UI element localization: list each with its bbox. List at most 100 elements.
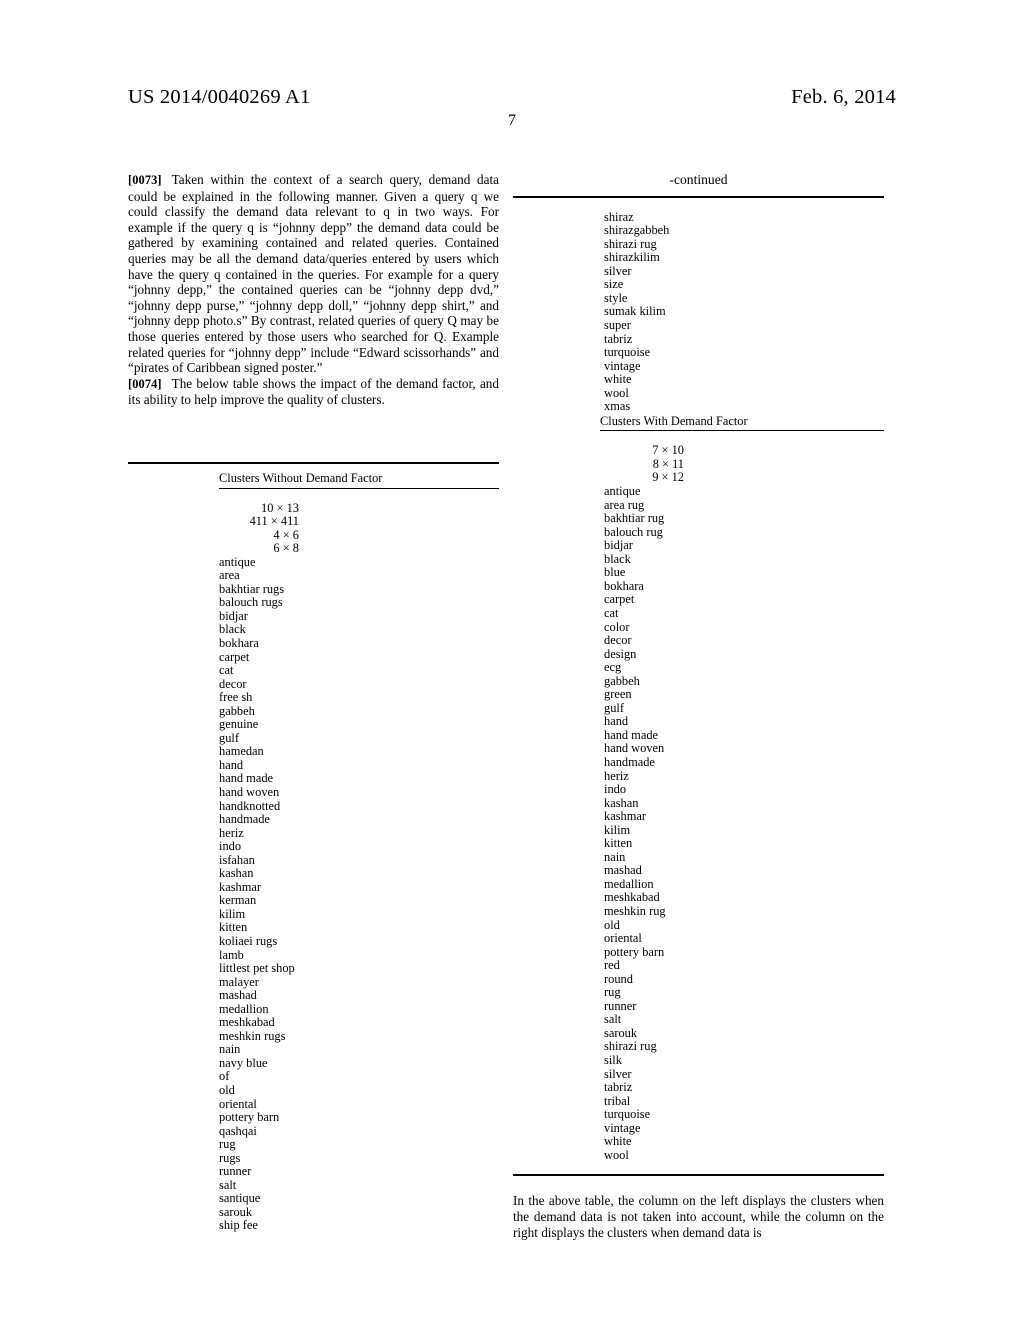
table-row: super (604, 317, 631, 332)
page-number: 7 (508, 112, 516, 129)
table-row: navy blue (219, 1055, 268, 1070)
table-row: of (219, 1069, 230, 1084)
table-row: green (604, 687, 632, 702)
table-body: 10 × 13 411 × 411 4 × 66 × 8 antique area ba… (128, 489, 499, 1234)
table-row: sumak kilim (604, 304, 666, 319)
table-row: mashad (604, 863, 642, 878)
table-row: shiraz (604, 209, 634, 224)
table-row: heriz (604, 768, 629, 783)
patent-page: US 2014/0040269 A1 Feb. 6, 2014 7 [0073]… (0, 0, 1024, 1320)
paragraph-text: Taken within the context of a search que… (128, 172, 499, 376)
clusters-without-demand-factor-table: Clusters Without Demand Factor 10 × 13 41… (128, 461, 499, 1234)
table-row: vintage (604, 1120, 641, 1135)
paragraph-0074: [0074] The below table shows the impact o… (128, 376, 499, 408)
table-row: runner (604, 998, 637, 1013)
table-row: carpet (219, 649, 250, 664)
table-row: silk (604, 1053, 622, 1067)
table-row: oriental (604, 931, 642, 946)
table-row: tabriz (604, 331, 633, 346)
table-row: style (604, 290, 628, 305)
table-row: bakhtiar rug (604, 511, 665, 526)
table-row: vintage (604, 358, 641, 373)
table-title: Clusters Without Demand Factor (219, 464, 499, 489)
table-row: 9 × 12 (652, 470, 684, 485)
running-head: US 2014/0040269 A1 Feb. 6, 2014 (128, 86, 896, 109)
table-row: shirazi rug (604, 236, 657, 251)
table-row: cat (219, 663, 234, 678)
table-row: balouch rugs (219, 595, 283, 610)
table-row: kerman (219, 893, 257, 908)
table-row: design (604, 646, 637, 661)
table-row: black (219, 622, 246, 637)
table-row: isfahan (219, 852, 255, 867)
table-row: silver (604, 1066, 632, 1081)
table-row: lamb (219, 947, 244, 962)
table-row: ecg (604, 660, 622, 675)
table-row: antique (219, 554, 256, 569)
table-row: wool (604, 1147, 629, 1162)
table-row: shirazi rug (604, 1039, 657, 1054)
table-row: carpet (604, 592, 635, 607)
table-row: old (219, 1083, 235, 1098)
table-row: handmade (604, 754, 655, 769)
left-column: [0073] Taken within the context of a sear… (128, 172, 499, 1233)
numeric-rows-group: 7 × 10 8 × 11 9 × 12 (513, 444, 884, 485)
numeric-rows-group: 10 × 13 411 × 411 4 × 66 × 8 (128, 501, 499, 556)
table-row: decor (604, 633, 632, 648)
table-row: hamedan (219, 744, 264, 759)
table-row: decor (219, 676, 247, 691)
table-row: pottery barn (219, 1110, 280, 1125)
table-row: rug (219, 1137, 236, 1152)
table-row: balouch rug (604, 524, 663, 539)
table-row: 4 × 6 (273, 527, 299, 542)
table-row: littlest pet shop (219, 961, 295, 976)
table-row: hand made (219, 771, 274, 786)
continued-label: -continued (669, 172, 728, 187)
table-row: xmas (604, 399, 631, 414)
table-row: size (604, 277, 624, 292)
word-rows-group: antique area bakhtiar rugs balouch rugs bidj… (128, 554, 499, 1233)
table-row: silver (604, 263, 632, 278)
table-row: indo (604, 782, 627, 797)
table-row: handmade (219, 812, 270, 827)
table-row: genuine (219, 717, 259, 732)
table-row: cat (604, 605, 619, 620)
table-row: 411 × 411 (249, 514, 299, 529)
table-row: gabbeh (604, 673, 640, 688)
table-row: hand (219, 757, 244, 772)
table-row: tribal (604, 1093, 631, 1108)
table-row: santique (219, 1191, 261, 1206)
table-row: kitten (219, 920, 248, 935)
table-row: sarouk (219, 1204, 253, 1219)
table-row: area (219, 568, 240, 583)
right-column: -continued shiraz shirazgabbeh shirazi rug… (513, 172, 884, 1240)
table-body: 7 × 10 8 × 11 9 × 12 antique area rug bakhti… (513, 431, 884, 1162)
table-row: area rug (604, 497, 645, 512)
table-row: kilim (604, 822, 631, 837)
paragraph-text: The below table shows the impact of the … (128, 375, 499, 408)
table-row: black (604, 551, 631, 566)
table-row: hand woven (219, 784, 280, 799)
table-row: hand woven (604, 741, 665, 756)
table-row: tabriz (604, 1080, 633, 1095)
table-row: nain (604, 849, 626, 864)
table-row: 8 × 11 (652, 456, 684, 471)
table-row: bidjar (604, 538, 633, 553)
clusters-continued-table: shiraz shirazgabbeh shirazi rug shirazkilim… (513, 195, 884, 1177)
table-row: wool (604, 385, 629, 400)
table-row: 6 × 8 (273, 541, 299, 556)
table-row: antique (604, 484, 641, 499)
closing-paragraph: In the above table, the column on the le… (513, 1193, 884, 1240)
table-row: shirazkilim (604, 250, 660, 265)
table-row: old (604, 917, 620, 932)
paragraph-label: [0073] (128, 173, 162, 187)
table-row: bakhtiar rugs (219, 581, 285, 596)
table-row: indo (219, 839, 242, 854)
table-row: runner (219, 1164, 252, 1179)
table-row: malayer (219, 974, 259, 989)
table-row: hand (604, 714, 629, 729)
table-row: nain (219, 1042, 241, 1057)
table-row: kashmar (219, 879, 261, 894)
table-row: sarouk (604, 1025, 638, 1040)
paragraph-label: [0074] (128, 376, 162, 391)
